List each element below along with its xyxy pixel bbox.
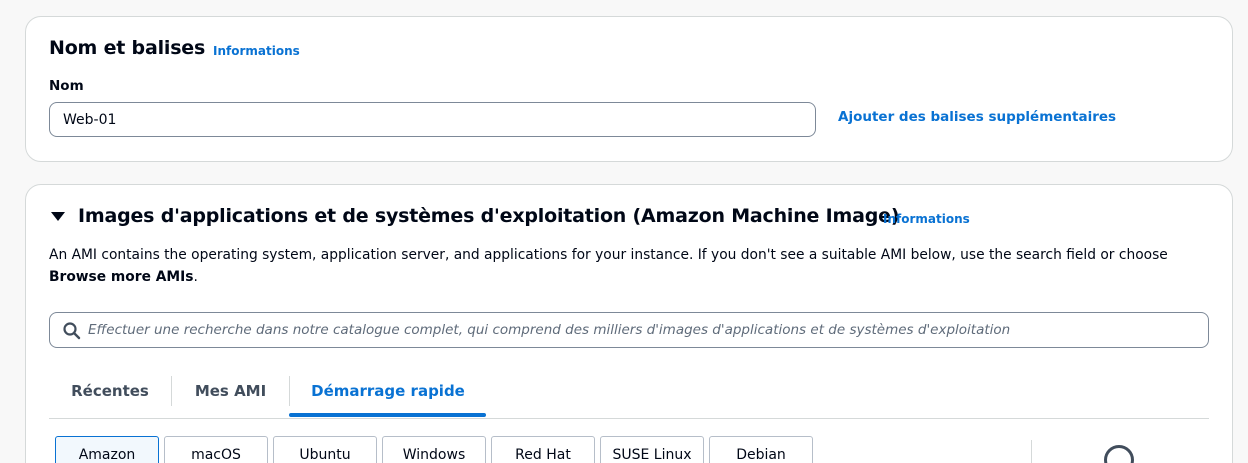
add-tags-link[interactable]: Ajouter des balises supplémentaires bbox=[838, 109, 1116, 125]
tab-quick-start[interactable]: Démarrage rapide bbox=[290, 371, 486, 417]
name-info-link[interactable]: Informations bbox=[213, 44, 300, 58]
os-option-suse[interactable]: SUSE Linux bbox=[600, 436, 704, 463]
ami-search-input[interactable] bbox=[88, 319, 1198, 341]
os-option-windows[interactable]: Windows bbox=[382, 436, 486, 463]
ami-search-box bbox=[49, 312, 1209, 348]
active-tab-indicator bbox=[289, 413, 486, 417]
name-and-tags-panel: Nom et balises Informations Nom Ajouter … bbox=[25, 16, 1233, 162]
name-label: Nom bbox=[49, 78, 84, 94]
os-option-amazon[interactable]: Amazon bbox=[55, 436, 159, 463]
ami-panel: Images d'applications et de systèmes d'e… bbox=[25, 184, 1233, 463]
collapse-caret-icon[interactable] bbox=[51, 212, 65, 221]
tab-my-ami[interactable]: Mes AMI bbox=[172, 371, 289, 417]
ami-info-link[interactable]: Informations bbox=[883, 212, 970, 226]
name-section-title: Nom et balises bbox=[49, 37, 206, 59]
ami-tabs: Récentes Mes AMI Démarrage rapide bbox=[49, 371, 1209, 419]
ami-description-end: . bbox=[193, 269, 198, 285]
browse-more-search-icon[interactable] bbox=[1104, 445, 1134, 463]
name-input[interactable] bbox=[49, 102, 816, 137]
os-option-macos[interactable]: macOS bbox=[164, 436, 268, 463]
os-option-redhat[interactable]: Red Hat bbox=[491, 436, 595, 463]
browse-more-amis-text: Browse more AMIs bbox=[49, 269, 194, 285]
os-option-ubuntu[interactable]: Ubuntu bbox=[273, 436, 377, 463]
ami-description-text: An AMI contains the operating system, ap… bbox=[49, 247, 1168, 263]
ami-description: An AMI contains the operating system, ap… bbox=[49, 244, 1209, 288]
tab-recent[interactable]: Récentes bbox=[49, 371, 171, 417]
os-option-debian[interactable]: Debian bbox=[709, 436, 813, 463]
os-divider bbox=[1031, 440, 1032, 463]
ami-section-title: Images d'applications et de systèmes d'e… bbox=[78, 205, 900, 227]
search-icon bbox=[63, 322, 81, 340]
